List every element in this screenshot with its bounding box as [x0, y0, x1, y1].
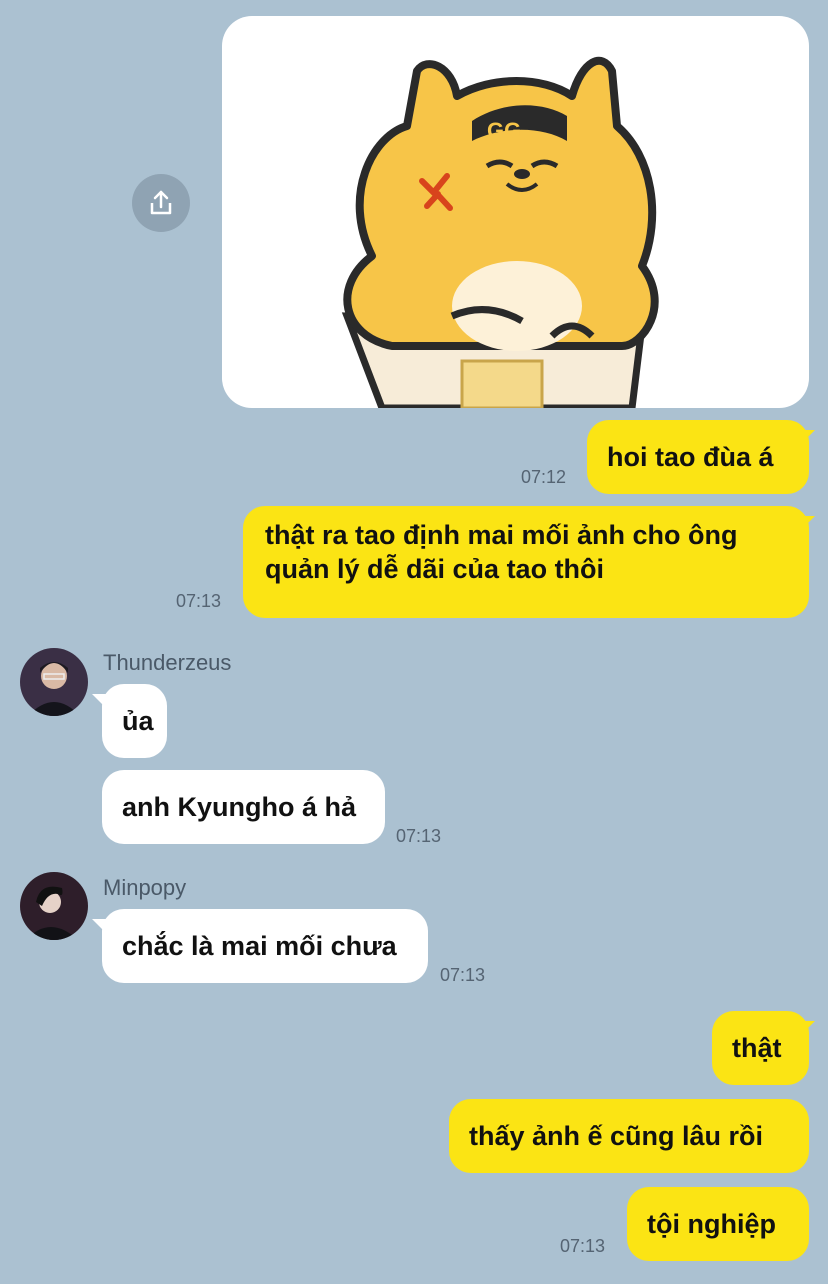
- bubble-tail: [801, 1021, 815, 1035]
- message-bubble[interactable]: anh Kyungho á hả: [102, 770, 385, 844]
- sender-name: Minpopy: [103, 875, 187, 900]
- sender-name: Thunderzeus: [103, 650, 232, 675]
- share-icon: [150, 190, 172, 215]
- message-text: hoi tao đùa á: [607, 442, 774, 472]
- message-bubble[interactable]: tội nghiệp: [627, 1187, 809, 1261]
- message-bubble[interactable]: thật ra tao định mai mối ảnh cho ông quả…: [243, 506, 809, 618]
- message-bubble[interactable]: chắc là mai mối chưa: [102, 909, 428, 983]
- message-text: thấy ảnh ế cũng lâu rồi: [469, 1121, 764, 1151]
- svg-text:GG: GG: [487, 118, 521, 143]
- message-bubble[interactable]: hoi tao đùa á: [587, 420, 809, 494]
- message-time: 07:13: [440, 965, 486, 985]
- message-time: 07:13: [176, 591, 222, 611]
- bubble-tail: [801, 430, 815, 444]
- message-time: 07:13: [560, 1236, 606, 1256]
- share-button[interactable]: [132, 174, 190, 232]
- message-text: chắc là mai mối chưa: [122, 931, 397, 961]
- message-time: 07:12: [521, 467, 567, 487]
- message-bubble[interactable]: thật: [712, 1011, 809, 1085]
- avatar-minpopy[interactable]: [20, 872, 88, 940]
- angry-shiba-sticker: GG: [341, 56, 659, 408]
- message-text: ủa: [122, 706, 154, 736]
- message-bubble[interactable]: ủa: [102, 684, 167, 758]
- message-time: 07:13: [396, 826, 442, 846]
- sticker-message[interactable]: GG: [222, 16, 809, 408]
- bubble-tail: [92, 694, 106, 708]
- message-text: thật ra tao định mai mối ảnh cho ông quả…: [265, 520, 738, 584]
- message-bubble[interactable]: thấy ảnh ế cũng lâu rồi: [449, 1099, 809, 1173]
- bubble-tail: [801, 516, 815, 530]
- bubble-tail: [92, 919, 106, 933]
- message-text: thật: [732, 1033, 782, 1063]
- avatar-thunderzeus[interactable]: [20, 648, 88, 716]
- message-text: anh Kyungho á hả: [122, 792, 357, 822]
- message-text: tội nghiệp: [647, 1209, 776, 1239]
